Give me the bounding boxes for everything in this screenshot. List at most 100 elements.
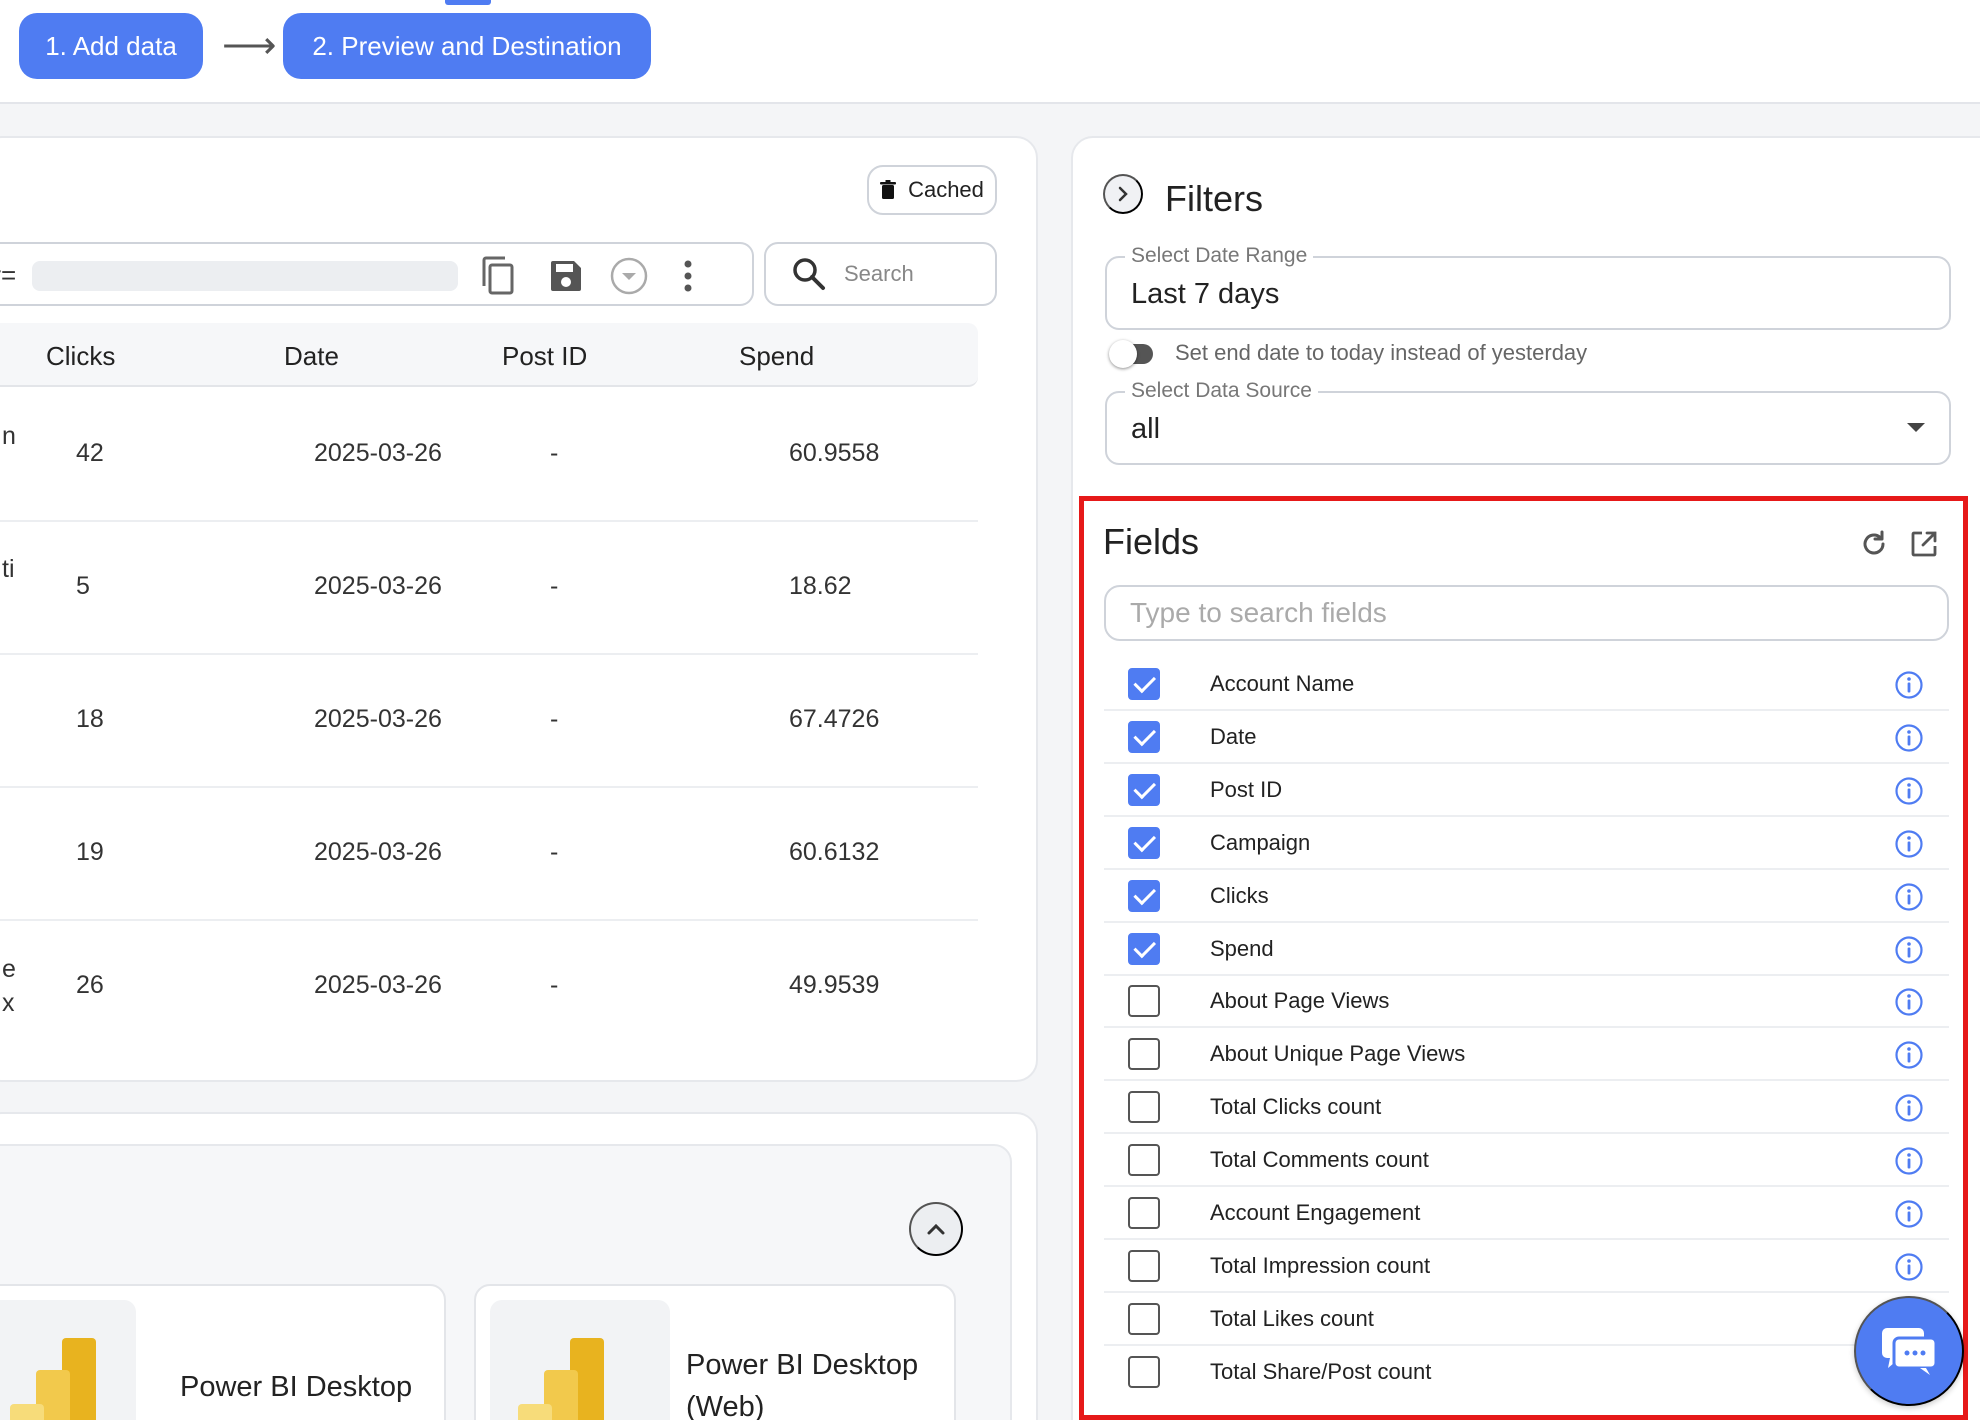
- field-checkbox[interactable]: [1128, 1197, 1160, 1229]
- more-vertical-icon[interactable]: [668, 256, 708, 296]
- column-header-date[interactable]: Date: [284, 341, 339, 372]
- external-link-icon[interactable]: [1907, 527, 1941, 561]
- copy-icon[interactable]: [478, 256, 518, 296]
- field-row: Clicks: [1104, 870, 1949, 923]
- filters-title: Filters: [1165, 178, 1263, 219]
- field-name: Total Share/Post count: [1210, 1358, 1432, 1384]
- field-name: About Unique Page Views: [1210, 1041, 1466, 1067]
- field-row: Post ID: [1104, 764, 1949, 817]
- destination-card: Power BI Desktop Power BI Desktop (Web): [0, 1112, 1038, 1420]
- info-icon[interactable]: [1894, 1252, 1924, 1282]
- field-checkbox[interactable]: [1128, 1038, 1160, 1071]
- chevron-down-circle-icon[interactable]: [609, 256, 649, 296]
- cached-label: Cached: [908, 177, 984, 202]
- save-icon[interactable]: [546, 256, 586, 296]
- refresh-icon[interactable]: [1857, 527, 1891, 561]
- field-checkbox[interactable]: [1128, 879, 1160, 912]
- field-row: Total Share/Post count: [1104, 1346, 1949, 1399]
- column-header-clicks[interactable]: Clicks: [46, 341, 115, 372]
- cached-button[interactable]: Cached: [867, 165, 997, 215]
- caret-down-icon: [1907, 423, 1925, 432]
- chat-button[interactable]: [1854, 1296, 1964, 1406]
- chevron-right-icon: [1118, 186, 1128, 202]
- table-cell-post-id: -: [550, 572, 559, 600]
- field-name: About Page Views: [1210, 988, 1390, 1014]
- info-icon[interactable]: [1894, 987, 1924, 1017]
- field-checkbox[interactable]: [1128, 1355, 1160, 1388]
- field-row: Total Clicks count: [1104, 1081, 1949, 1135]
- fields-panel: Fields Account Name Date Post ID Campaign Cl…: [1079, 496, 1968, 1420]
- date-range-value: Last 7 days: [1131, 278, 1280, 310]
- table-cell-clicks: 18: [76, 705, 104, 733]
- column-header-spend[interactable]: Spend: [739, 341, 814, 372]
- end-date-toggle-label: Set end date to today instead of yesterd…: [1175, 340, 1588, 365]
- field-checkbox[interactable]: [1128, 1302, 1160, 1335]
- destination-panel: Power BI Desktop Power BI Desktop (Web): [0, 1144, 1012, 1420]
- field-checkbox[interactable]: [1128, 720, 1160, 753]
- field-checkbox[interactable]: [1128, 773, 1160, 806]
- date-range-label: Select Date Range: [1125, 244, 1314, 268]
- table-cell-date: 2025-03-26: [314, 439, 442, 467]
- field-name: Campaign: [1210, 829, 1311, 855]
- info-icon[interactable]: [1894, 1040, 1924, 1070]
- field-checkbox[interactable]: [1128, 985, 1160, 1018]
- info-icon[interactable]: [1894, 829, 1924, 859]
- table-cell-truncated: e x: [2, 955, 16, 1017]
- table-cell-spend: 60.6132: [789, 838, 880, 866]
- step-arrow-icon: ⟶: [222, 25, 277, 67]
- field-name: Account Name: [1210, 671, 1355, 696]
- info-icon[interactable]: [1894, 1199, 1924, 1229]
- field-name: Date: [1210, 723, 1257, 749]
- info-icon[interactable]: [1894, 776, 1924, 806]
- field-name: Spend: [1210, 935, 1274, 961]
- table-cell-spend: 67.4726: [789, 705, 880, 733]
- table-cell-clicks: 19: [76, 838, 104, 866]
- collapse-destinations-button[interactable]: [909, 1202, 963, 1256]
- field-checkbox[interactable]: [1128, 1249, 1160, 1282]
- table-row: e x 26 2025-03-26 - 49.9539: [0, 921, 978, 1054]
- field-checkbox[interactable]: [1128, 1091, 1160, 1124]
- field-row: About Unique Page Views: [1104, 1028, 1949, 1082]
- info-icon[interactable]: [1894, 935, 1924, 965]
- info-icon[interactable]: [1894, 1093, 1924, 1123]
- search-icon: [793, 258, 825, 290]
- field-row: Campaign: [1104, 817, 1949, 870]
- trash-icon: [880, 180, 897, 199]
- info-icon[interactable]: [1894, 1146, 1924, 1176]
- step-preview-destination-button[interactable]: 2. Preview and Destination: [283, 13, 651, 79]
- field-name: Total Likes count: [1210, 1305, 1374, 1331]
- step-add-data-button[interactable]: 1. Add data: [19, 13, 203, 79]
- field-row: Total Comments count: [1104, 1134, 1949, 1188]
- info-icon[interactable]: [1894, 670, 1924, 700]
- destination-label: Power BI Desktop (Web): [686, 1349, 919, 1420]
- info-icon[interactable]: [1894, 882, 1924, 912]
- field-checkbox[interactable]: [1128, 826, 1160, 859]
- destination-tile-power-bi-web[interactable]: Power BI Desktop (Web): [474, 1284, 956, 1420]
- table-cell-date: 2025-03-26: [314, 971, 442, 999]
- filters-collapse-button[interactable]: [1103, 174, 1143, 214]
- table-cell-post-id: -: [550, 439, 559, 467]
- table-search-placeholder: Search: [844, 261, 914, 286]
- data-source-value: all: [1131, 413, 1161, 445]
- data-source-select[interactable]: Select Data Source all: [1105, 379, 1951, 465]
- table-row: 18 2025-03-26 - 67.4726: [0, 655, 978, 788]
- table-cell-spend: 60.9558: [789, 439, 880, 467]
- table-row: 19 2025-03-26 - 60.6132: [0, 788, 978, 921]
- table-search-input[interactable]: Search: [764, 242, 997, 306]
- fields-search-input[interactable]: [1104, 585, 1949, 641]
- field-checkbox[interactable]: [1128, 1144, 1160, 1177]
- column-header-post-id[interactable]: Post ID: [502, 341, 587, 372]
- data-source-label: Select Data Source: [1125, 379, 1318, 403]
- field-row: Date: [1104, 711, 1949, 764]
- field-row: Account Name: [1104, 658, 1949, 711]
- table-cell-spend: 49.9539: [789, 971, 880, 999]
- info-icon[interactable]: [1894, 723, 1924, 753]
- field-checkbox[interactable]: [1128, 668, 1160, 700]
- table-cell-date: 2025-03-26: [314, 838, 442, 866]
- query-url-field[interactable]: [32, 261, 458, 291]
- end-date-toggle[interactable]: [1109, 340, 1153, 368]
- field-checkbox[interactable]: [1128, 932, 1160, 965]
- date-range-select[interactable]: Select Date Range Last 7 days: [1105, 244, 1951, 330]
- field-row: Total Impression count: [1104, 1240, 1949, 1293]
- destination-tile-power-bi-desktop[interactable]: Power BI Desktop: [0, 1284, 446, 1420]
